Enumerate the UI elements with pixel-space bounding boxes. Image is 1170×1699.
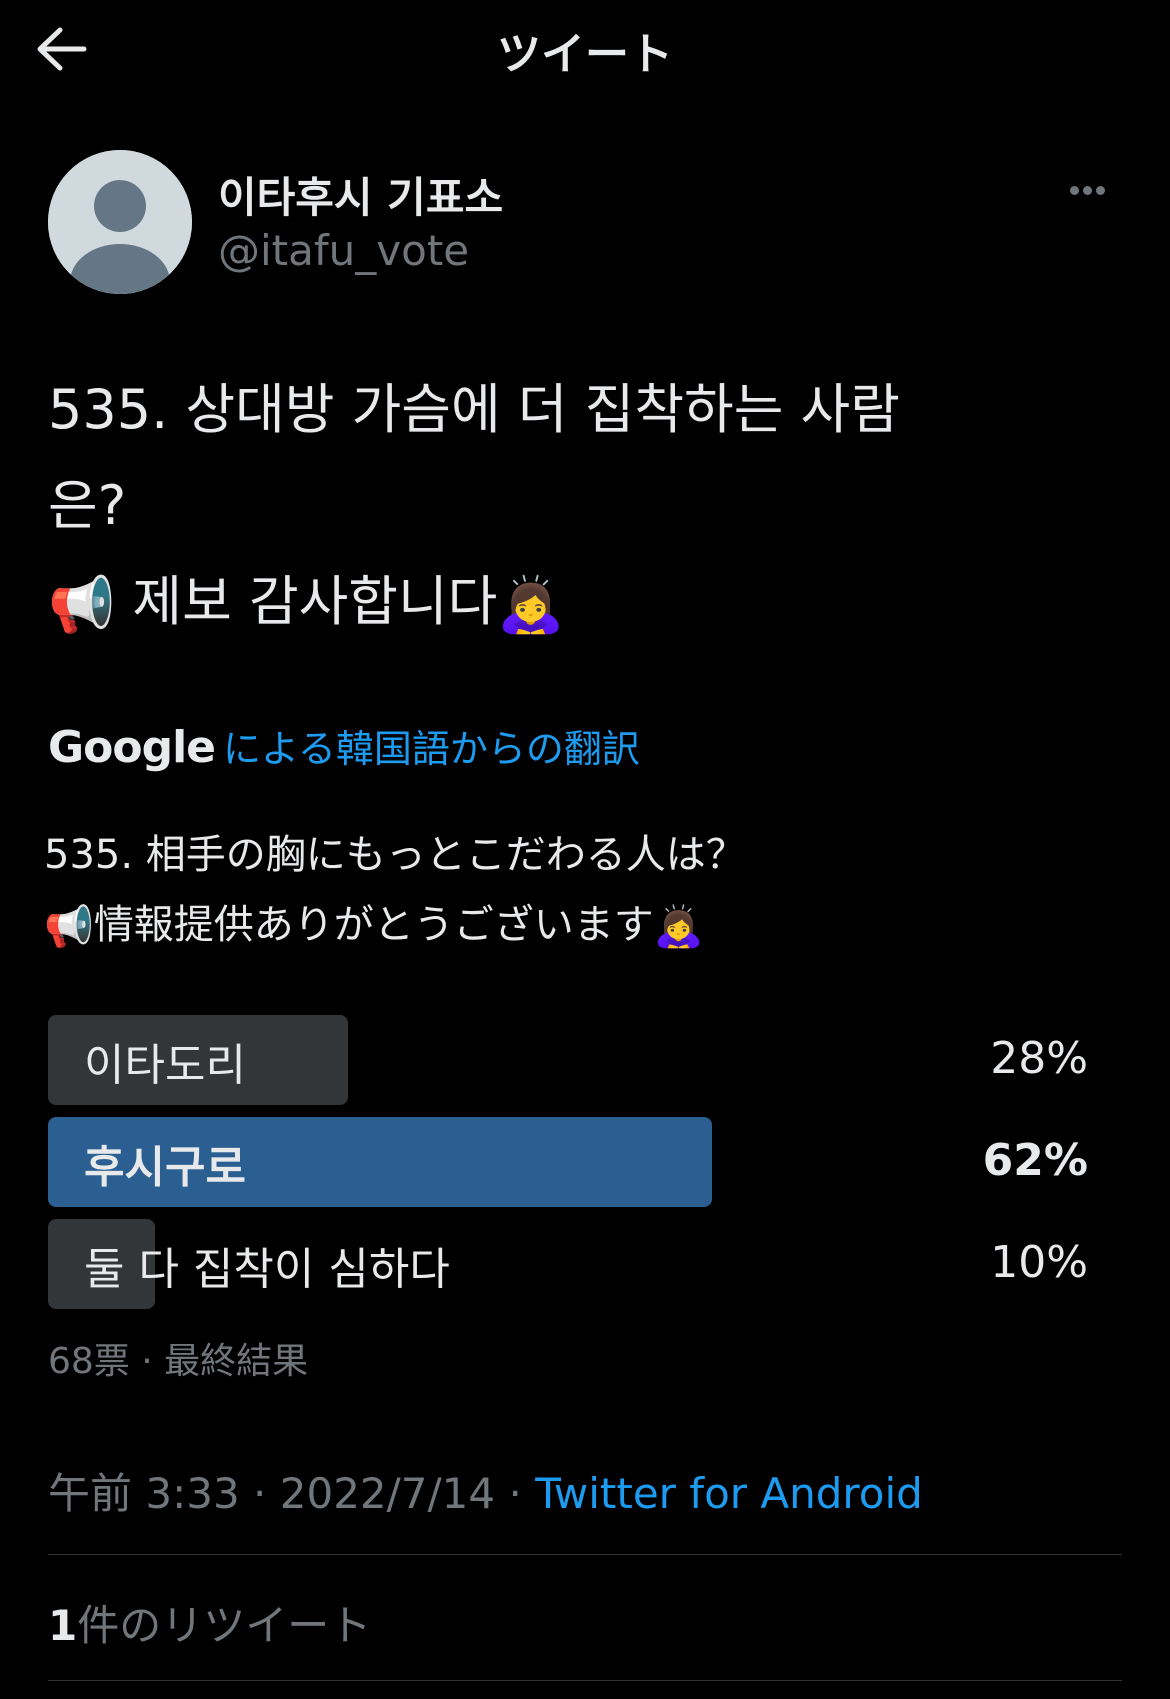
poll-option: 후시구로 62% — [48, 1117, 1088, 1207]
poll-option-percent: 28% — [990, 1033, 1088, 1084]
author-handle[interactable]: @itafu_vote — [218, 226, 469, 275]
megaphone-icon: 📢 — [44, 904, 94, 950]
translated-line-1: 535. 相手の胸にもっとこだわる人は？ — [44, 832, 746, 878]
translated-line-2-text: 情報提供ありがとうございます — [93, 902, 654, 948]
poll-option-label: 둘 다 집착이 심하다 — [84, 1244, 450, 1295]
default-avatar-icon[interactable] — [48, 150, 192, 294]
retweet-count-number: 1 — [48, 1601, 78, 1650]
poll-option: 둘 다 집착이 심하다 10% — [48, 1219, 1088, 1309]
meta-separator: · — [508, 1469, 522, 1518]
meta-separator: · — [253, 1469, 267, 1518]
tweet-line-3-text: 제보 감사합니다 — [132, 570, 498, 633]
bowing-person-icon: 🙇‍♀️ — [497, 573, 565, 637]
tweet-date[interactable]: 2022/7/14 — [280, 1469, 495, 1518]
divider — [48, 1680, 1122, 1681]
page-title: ツイート — [497, 29, 673, 80]
google-logo: Google — [48, 722, 216, 773]
tweet-time[interactable]: 午前 3:33 — [48, 1469, 240, 1518]
more-dots-icon[interactable] — [1070, 180, 1118, 204]
translated-line-2: 📢情報提供ありがとうございます🙇‍♀️ — [44, 890, 746, 962]
poll-option-percent: 10% — [990, 1237, 1088, 1288]
tweet-line-3: 📢 제보 감사합니다🙇‍♀️ — [48, 554, 1128, 653]
poll-meta: 68票 · 最終結果 — [48, 1341, 309, 1382]
poll-option-label: 후시구로 — [84, 1142, 246, 1193]
translation-label[interactable]: による韓国語からの翻訳 — [223, 727, 640, 771]
poll-option: 이타도리 28% — [48, 1015, 1088, 1105]
author-display-name[interactable]: 이타후시 기표소 — [218, 164, 503, 225]
divider — [48, 1554, 1122, 1555]
megaphone-icon: 📢 — [48, 573, 116, 637]
retweet-count-label: 件のリツイート — [77, 1601, 372, 1650]
tweet-timestamp: 午前 3:33 · 2022/7/14 · Twitter for Androi… — [48, 1460, 923, 1521]
translation-header[interactable]: Google による韓国語からの翻訳 — [48, 718, 640, 773]
poll-option-label: 이타도리 — [84, 1040, 246, 1091]
top-bar: ツイート — [0, 0, 1170, 100]
source-link[interactable]: Twitter for Android — [535, 1469, 923, 1518]
translated-text: 535. 相手の胸にもっとこだわる人は？ 📢情報提供ありがとうございます🙇‍♀️ — [44, 820, 746, 962]
bowing-person-icon: 🙇‍♀️ — [653, 904, 704, 950]
retweet-count[interactable]: 1件のリツイート — [48, 1592, 371, 1653]
tweet-line-2: 은? — [48, 474, 127, 537]
poll-option-percent: 62% — [982, 1135, 1088, 1186]
poll: 이타도리 28% 후시구로 62% 둘 다 집착이 심하다 10% — [48, 1015, 1088, 1321]
tweet-line-1: 535. 상대방 가슴에 더 집착하는 사람 — [48, 378, 900, 441]
tweet-text: 535. 상대방 가슴에 더 집착하는 사람 은? 📢 제보 감사합니다🙇‍♀️ — [48, 362, 1128, 653]
